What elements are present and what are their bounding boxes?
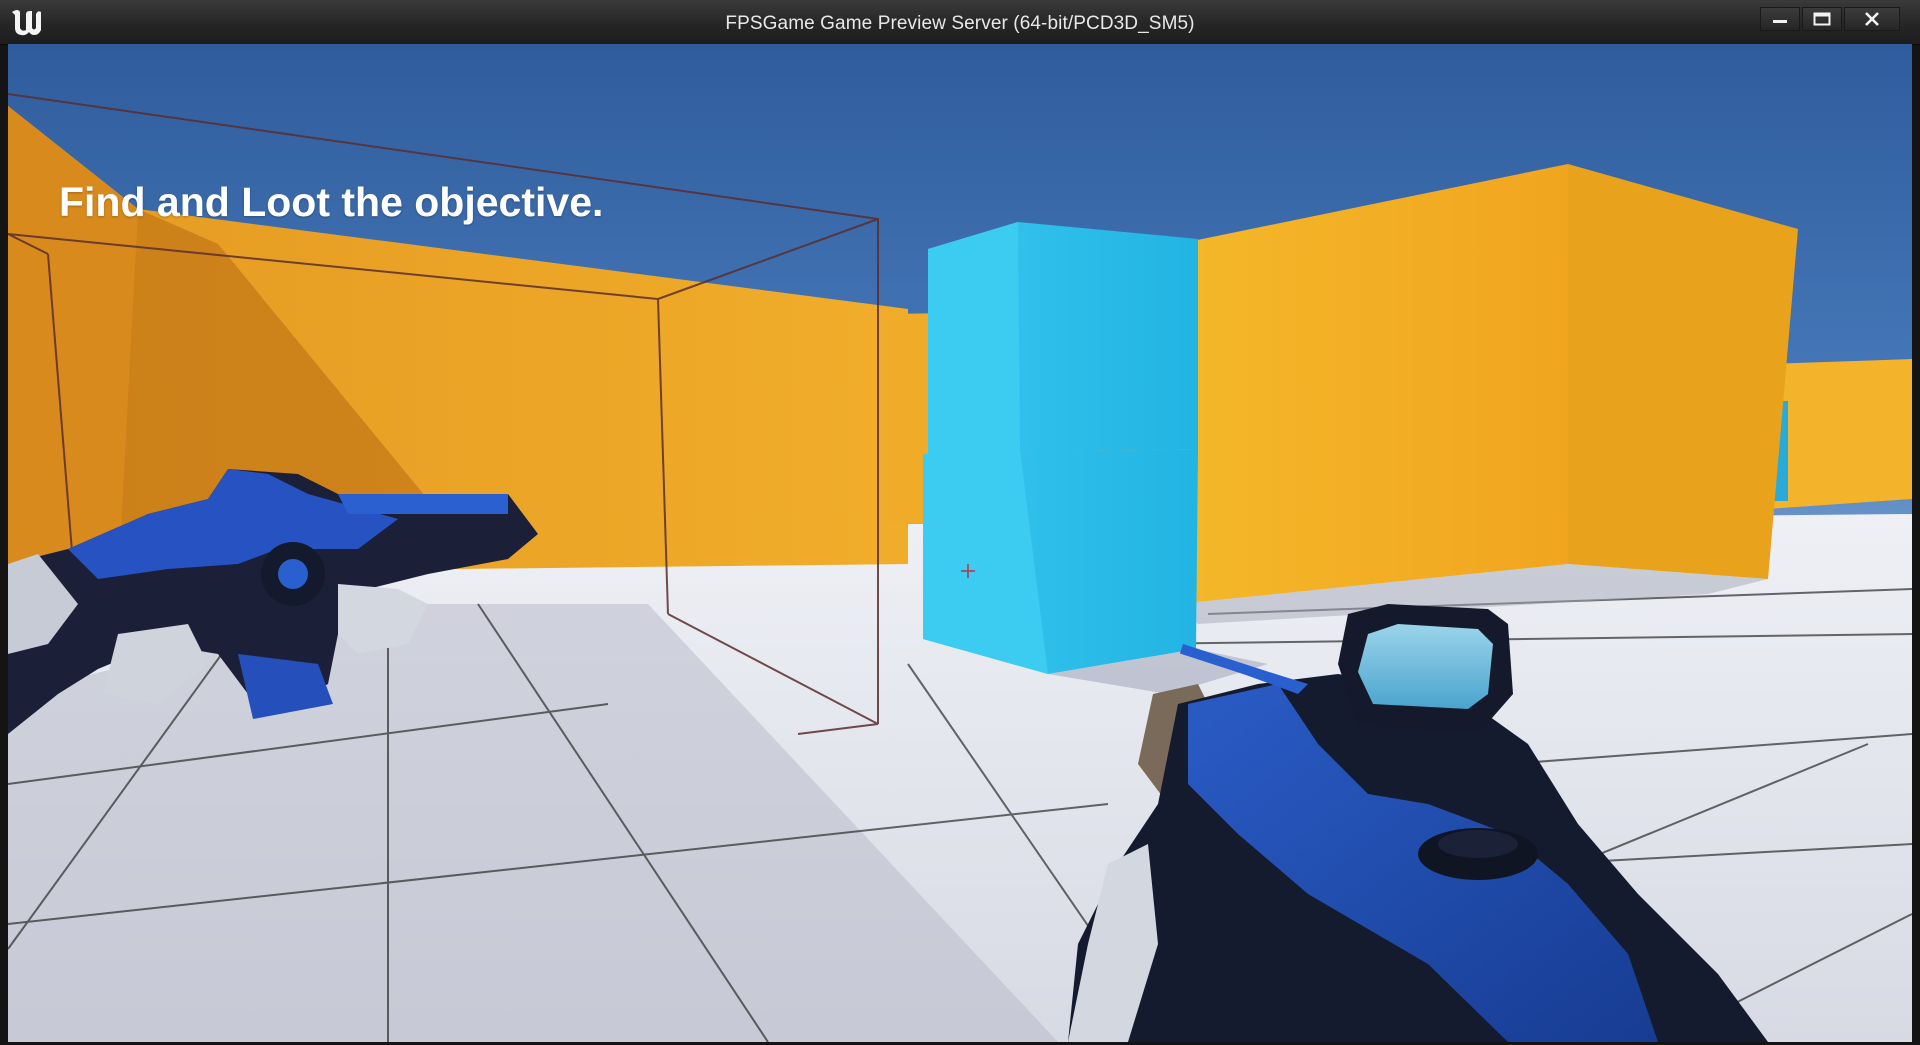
blue-cube-top-left <box>928 222 1020 454</box>
game-window: FPSGame Game Preview Server (64-bit/PCD3… <box>0 0 1920 1045</box>
game-viewport[interactable]: Find and Loot the objective. <box>8 44 1912 1042</box>
objective-text: Find and Loot the objective. <box>59 179 604 225</box>
window-title: FPSGame Game Preview Server (64-bit/PCD3… <box>725 13 1195 34</box>
title-bar[interactable]: FPSGame Game Preview Server (64-bit/PCD3… <box>0 0 1920 45</box>
close-button[interactable] <box>1844 7 1900 31</box>
window-controls <box>1760 7 1900 31</box>
maximize-icon <box>1813 12 1831 26</box>
crosshair-icon <box>961 564 975 578</box>
yellow-block-side <box>1568 164 1798 579</box>
close-icon <box>1865 12 1879 26</box>
minimize-button[interactable] <box>1760 7 1800 31</box>
minimize-icon <box>1773 20 1787 23</box>
back-wall-right <box>1768 359 1912 509</box>
maximize-button[interactable] <box>1802 7 1842 31</box>
